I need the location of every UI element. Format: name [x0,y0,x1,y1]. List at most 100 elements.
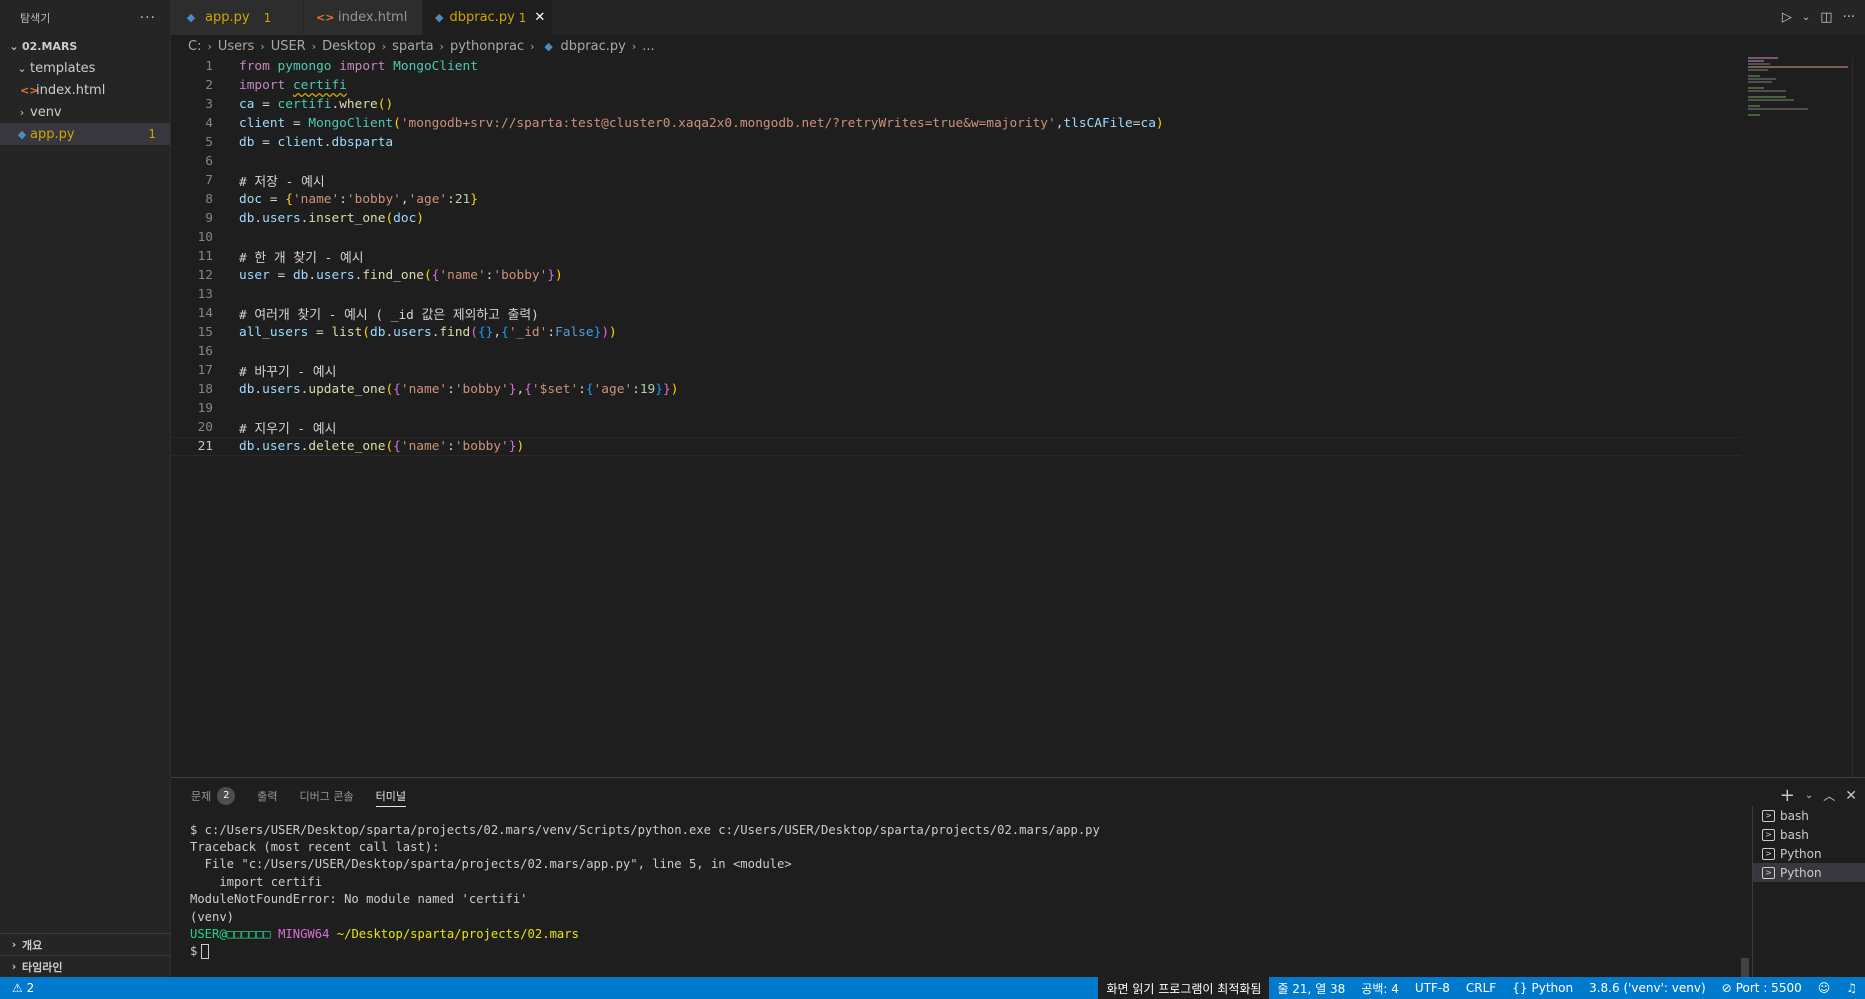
chevron-up-icon[interactable]: ︿ [1823,787,1835,804]
close-icon[interactable]: ✕ [1845,788,1857,804]
terminal-list: > bash > bash > Python > Python [1752,806,1865,978]
terminal-item-python[interactable]: > Python [1753,844,1865,863]
chevron-down-icon[interactable]: ⌄ [1802,12,1810,23]
code-line: 8 doc = {'name':'bobby','age':21} [171,190,1741,209]
chevron-right-icon: › [311,39,317,53]
python-interpreter[interactable]: 3.8.6 ('venv': venv) [1581,977,1714,999]
feedback-icon[interactable]: ☺ [1810,977,1839,999]
terminal-item-bash[interactable]: > bash [1753,806,1865,825]
breadcrumb: C: › Users › USER › Desktop › sparta › python… [171,35,1731,57]
notifications-icon[interactable]: ♫ [1838,977,1865,999]
tab-terminal[interactable]: 터미널 [375,778,407,813]
breadcrumb-item[interactable]: ... [642,39,654,54]
terminal-icon: > [1762,847,1775,860]
code-text: doc = {'name':'bobby','age':21} [239,192,478,207]
breadcrumb-item[interactable]: Desktop [322,39,376,54]
problems-count-badge: 2 [217,786,236,805]
code-line: 9 db.users.insert_one(doc) [171,209,1741,228]
breadcrumb-item[interactable]: dbprac.py [561,39,626,54]
chevron-right-icon: › [207,39,212,53]
tree-item-templates[interactable]: ⌄ templates [0,57,170,79]
outline-section[interactable]: › 개요 [0,933,171,955]
workspace-section[interactable]: ⌄ 02.MARS [0,35,170,57]
terminal-icon: > [1762,866,1775,879]
tab-dbprac-py[interactable]: ◆ dbprac.py 1 ✕ [423,0,553,35]
run-icon[interactable]: ▷ [1782,10,1792,25]
code-line: 7 # 저장 - 예시 [171,171,1741,190]
code-line: 1 from pymongo import MongoClient [171,57,1741,76]
terminal-item-bash[interactable]: > bash [1753,825,1865,844]
language-mode[interactable]: {} Python [1504,977,1581,999]
code-line: 12 user = db.users.find_one({'name':'bobb… [171,266,1741,285]
chevron-down-icon[interactable]: ⌄ [1805,790,1813,801]
code-line: 11 # 한 개 찾기 - 예시 [171,247,1741,266]
indentation-status[interactable]: 공백: 4 [1353,977,1407,999]
live-server-port[interactable]: ⊘ Port : 5500 [1714,977,1810,999]
prompt-system: MINGW64 [278,927,330,942]
chevron-right-icon: › [381,39,387,53]
code-line: 10 [171,228,1741,247]
chevron-right-icon: › [631,39,637,53]
explorer-header: 탐색기 ··· [0,0,170,35]
eol-status[interactable]: CRLF [1458,977,1504,999]
code-text: all_users = list(db.users.find({},{'_id'… [239,325,617,340]
tab-output[interactable]: 출력 [257,778,277,813]
breadcrumb-item[interactable]: C: [188,39,201,54]
code-line: 19 [171,399,1741,418]
tab-problems[interactable]: 문제 2 [191,778,236,813]
code-line: 2 import certifi [171,76,1741,95]
breadcrumb-item[interactable]: Users [218,39,254,54]
line-number: 7 [205,173,213,188]
tab-debug-console[interactable]: 디버그 콘솔 [300,778,354,813]
code-line: 13 [171,285,1741,304]
code-line: 17 # 바꾸기 - 예시 [171,361,1741,380]
tree-item-app-py[interactable]: ◆ app.py 1 [0,123,170,145]
terminal-item-label: bash [1780,808,1809,823]
line-number: 11 [197,249,213,264]
panel-tabs: 문제 2 출력 디버그 콘솔 터미널 [191,778,407,813]
encoding-status[interactable]: UTF-8 [1407,977,1458,999]
tree-item-index-html[interactable]: <> index.html [0,79,170,101]
tab-app-py[interactable]: ◆ app.py 1 [171,0,304,35]
cursor-position[interactable]: 줄 21, 열 38 [1269,977,1353,999]
breadcrumb-item[interactable]: pythonprac [450,39,524,54]
tree-item-venv[interactable]: › venv [0,101,170,123]
code-line: 3 ca = certifi.where() [171,95,1741,114]
line-number: 6 [205,154,213,169]
terminal-input-line[interactable]: $ [190,943,1100,960]
terminal-line: import certifi [190,874,323,889]
tab-label: 디버그 콘솔 [299,789,354,803]
timeline-label: 타임라인 [22,960,63,974]
close-icon[interactable]: ✕ [534,10,545,25]
workspace-name: 02.MARS [22,39,78,53]
breadcrumb-item[interactable]: sparta [392,39,433,54]
chevron-right-icon: › [19,105,25,119]
editor-scrollbar[interactable] [1852,57,1865,777]
code-text: # 저장 - 예시 [239,175,325,190]
terminal-line: (venv) [190,909,235,924]
terminal-scrollbar[interactable] [1741,958,1749,978]
terminal-cursor [201,943,210,959]
terminal-item-python[interactable]: > Python [1753,863,1865,882]
explorer-title: 탐색기 [20,11,51,25]
no-entry-icon: ⊘ [1721,981,1732,995]
minimap[interactable] [1748,57,1848,117]
tab-label: app.py [205,10,250,25]
terminal-line: Traceback (most recent call last): [190,840,440,855]
terminal-output[interactable]: $ c:/Users/USER/Desktop/sparta/projects/… [190,821,1100,960]
add-terminal-icon[interactable]: + [1780,785,1795,806]
split-editor-icon[interactable]: ◫ [1820,10,1832,25]
code-editor[interactable]: 1 from pymongo import MongoClient 2 import… [171,57,1865,777]
tab-index-html[interactable]: <> index.html [304,0,423,35]
code-line-current: 21 db.users.delete_one({'name':'bobby'}) [171,437,1741,456]
more-actions-icon[interactable]: ··· [140,10,156,26]
more-actions-icon[interactable]: ··· [1843,10,1855,25]
line-number: 2 [205,78,213,93]
breadcrumb-item[interactable]: USER [271,39,306,54]
line-number: 18 [197,382,213,397]
python-file-icon: ◆ [186,11,196,24]
timeline-section[interactable]: › 타임라인 [0,955,171,977]
code-text: from pymongo import MongoClient [239,59,478,74]
screen-reader-status[interactable]: 화면 읽기 프로그램이 최적화됨 [1098,977,1270,999]
problems-status[interactable]: ⚠ 2 [4,977,42,999]
